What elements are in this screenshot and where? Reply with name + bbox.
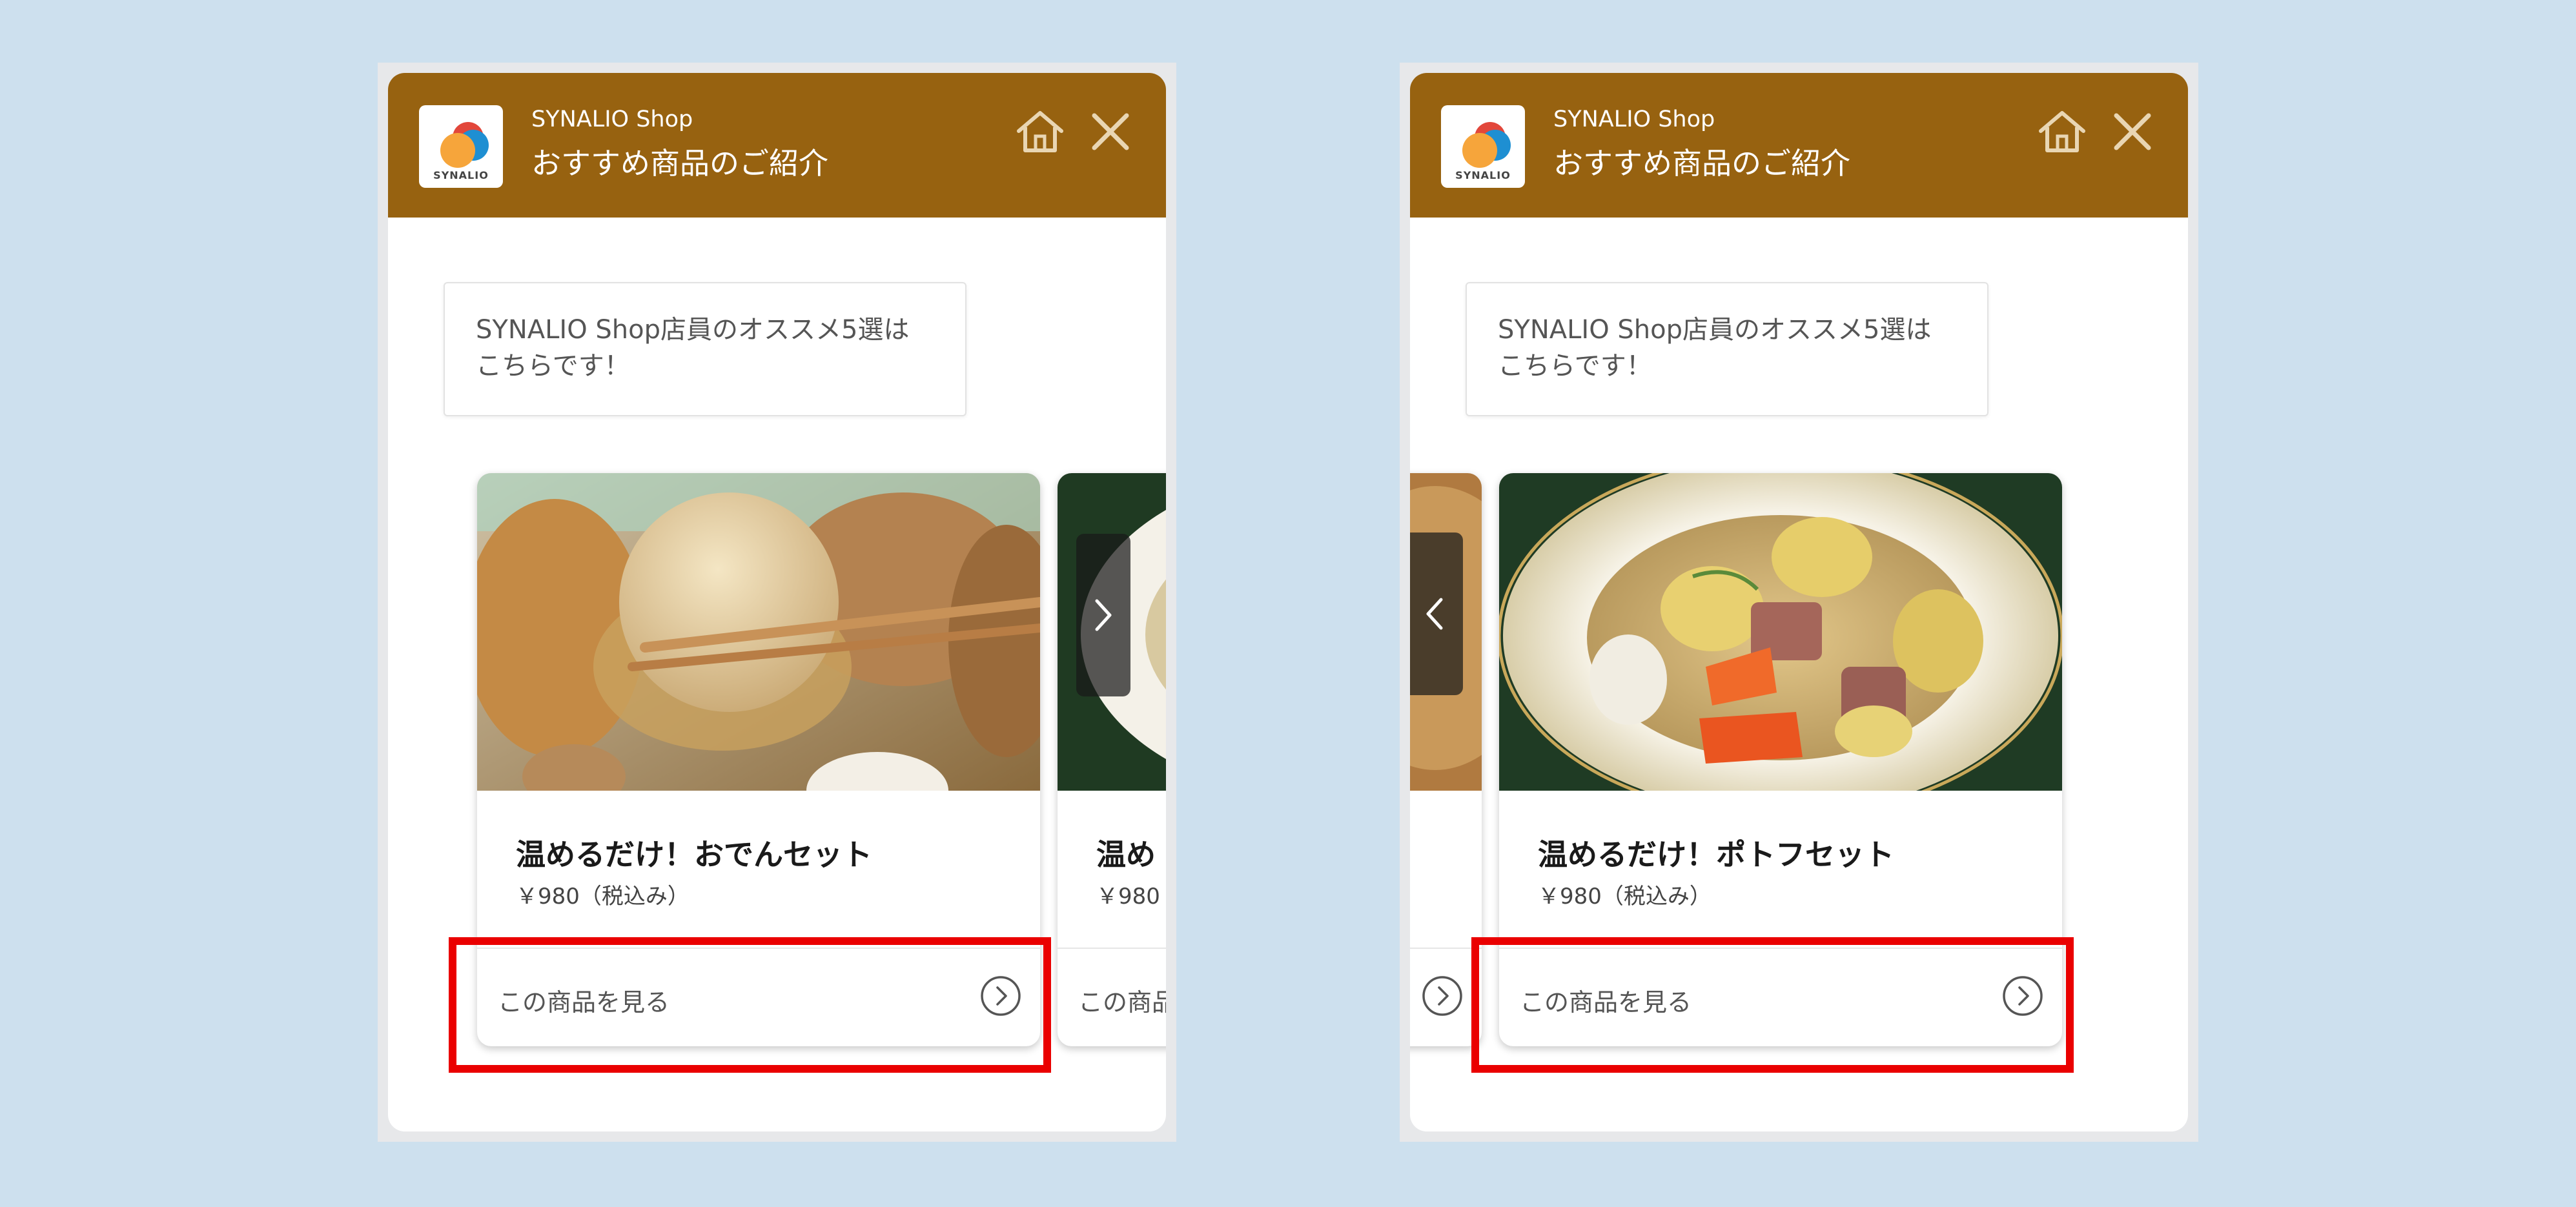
view-product-button[interactable] — [1410, 949, 1482, 1046]
logo-text: SYNALIO — [433, 169, 489, 181]
chat-message-bubble: SYNALIO Shop店員のオススメ5選はこちらです！ — [1466, 282, 1988, 416]
product-name: 温めるだけ！ポトフセット — [1538, 837, 1894, 872]
product-name: 温めるだけ！おでんセット — [516, 837, 872, 872]
view-product-button[interactable]: この商品を見る — [1499, 949, 2062, 1046]
shop-logo: SYNALIO — [419, 105, 503, 188]
chat-header: SYNALIO SYNALIO Shop おすすめ商品のご紹介 — [388, 73, 1166, 218]
view-product-button[interactable]: この商品を見る — [477, 949, 1040, 1046]
product-card: 温めるだけ！おでんセット ￥980（税込み） この商品を見る — [477, 473, 1040, 1046]
logo-text: SYNALIO — [1455, 169, 1511, 181]
product-price: ￥980 — [1096, 884, 1160, 909]
shop-name: SYNALIO Shop — [1553, 107, 1715, 132]
close-icon[interactable] — [1081, 103, 1140, 161]
chat-panel: SYNALIO SYNALIO Shop おすすめ商品のご紹介 SYNALIO … — [1410, 73, 2188, 1131]
carousel-next-button[interactable] — [1076, 534, 1130, 696]
view-product-label: この商品を見る — [1520, 988, 1692, 1017]
chevron-left-icon — [1426, 598, 1443, 630]
chat-header: SYNALIO SYNALIO Shop おすすめ商品のご紹介 — [1410, 73, 2188, 218]
shop-name: SYNALIO Shop — [531, 107, 693, 132]
product-image-oden[interactable] — [477, 473, 1040, 791]
chevron-circle-right-icon — [2003, 976, 2043, 1016]
shop-logo: SYNALIO — [1441, 105, 1525, 188]
chat-widget-left: SYNALIO SYNALIO Shop おすすめ商品のご紹介 SYNALIO … — [378, 63, 1176, 1142]
carousel-prev-button[interactable] — [1410, 532, 1463, 695]
product-card: 温めるだけ！ポトフセット ￥980（税込み） この商品を見る — [1499, 473, 2062, 1046]
chat-panel: SYNALIO SYNALIO Shop おすすめ商品のご紹介 SYNALIO … — [388, 73, 1166, 1131]
view-product-button[interactable]: この商品 — [1058, 949, 1166, 1046]
product-image-pot-au-feu[interactable] — [1499, 473, 2062, 791]
home-icon[interactable] — [1011, 103, 1069, 161]
chat-widget-right: SYNALIO SYNALIO Shop おすすめ商品のご紹介 SYNALIO … — [1400, 63, 2198, 1142]
header-title: おすすめ商品のご紹介 — [1553, 146, 1850, 181]
view-product-label: この商品を見る — [498, 988, 670, 1017]
close-icon[interactable] — [2103, 103, 2162, 161]
product-price: ￥980（税込み） — [516, 884, 690, 909]
chat-message-bubble: SYNALIO Shop店員のオススメ5選はこちらです！ — [444, 282, 966, 416]
view-product-label: この商品 — [1078, 988, 1166, 1017]
header-title: おすすめ商品のご紹介 — [531, 146, 828, 181]
chevron-right-icon — [1095, 599, 1112, 631]
product-name: 温め — [1096, 837, 1156, 872]
chevron-circle-right-icon — [981, 976, 1021, 1016]
chevron-circle-right-icon — [1422, 976, 1462, 1016]
product-price: ￥980（税込み） — [1538, 884, 1712, 909]
home-icon[interactable] — [2033, 103, 2091, 161]
